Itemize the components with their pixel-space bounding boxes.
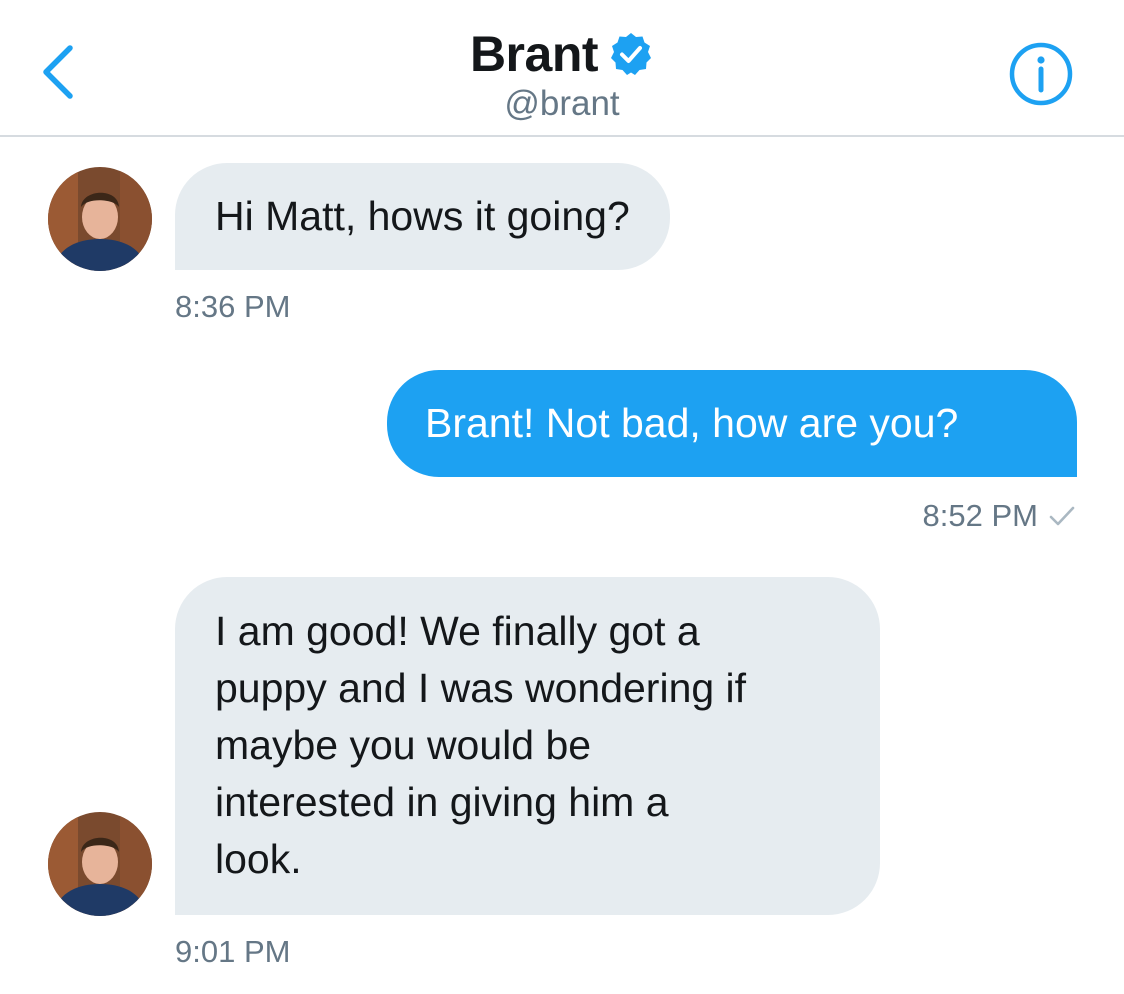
verified-badge-icon bbox=[611, 33, 652, 75]
message-line: interested in giving him a bbox=[215, 779, 669, 825]
read-check-icon bbox=[1049, 506, 1075, 526]
message-text: Brant! Not bad, how are you? bbox=[425, 400, 959, 446]
avatar[interactable] bbox=[48, 812, 152, 916]
message-timestamp: 8:36 PM bbox=[175, 289, 291, 324]
outgoing-message-bubble[interactable]: Brant! Not bad, how are you? bbox=[387, 370, 1077, 477]
message-line: look. bbox=[215, 836, 302, 882]
message-timestamp: 8:52 PM bbox=[922, 498, 1038, 533]
conversation-title-block[interactable]: Brant @brant bbox=[0, 26, 1124, 124]
message-line: puppy and I was wondering if bbox=[215, 665, 747, 711]
avatar[interactable] bbox=[48, 167, 152, 271]
message-line: I am good! We finally got a bbox=[215, 608, 700, 654]
info-icon bbox=[1009, 42, 1073, 106]
info-button[interactable] bbox=[1008, 41, 1074, 107]
contact-handle: @brant bbox=[504, 84, 620, 123]
message-text: Hi Matt, hows it going? bbox=[215, 193, 630, 239]
message-line: maybe you would be bbox=[215, 722, 592, 768]
message-timestamp-row: 8:52 PM bbox=[923, 498, 1076, 534]
contact-name: Brant bbox=[469, 26, 599, 82]
incoming-message-bubble[interactable]: I am good! We finally got a puppy and I … bbox=[175, 577, 880, 915]
contact-avatar-icon bbox=[48, 167, 152, 271]
conversation-header: Brant @brant bbox=[0, 0, 1124, 137]
incoming-message-bubble[interactable]: Hi Matt, hows it going? bbox=[175, 163, 670, 270]
contact-avatar-icon bbox=[48, 812, 152, 916]
message-timestamp: 9:01 PM bbox=[175, 934, 291, 969]
